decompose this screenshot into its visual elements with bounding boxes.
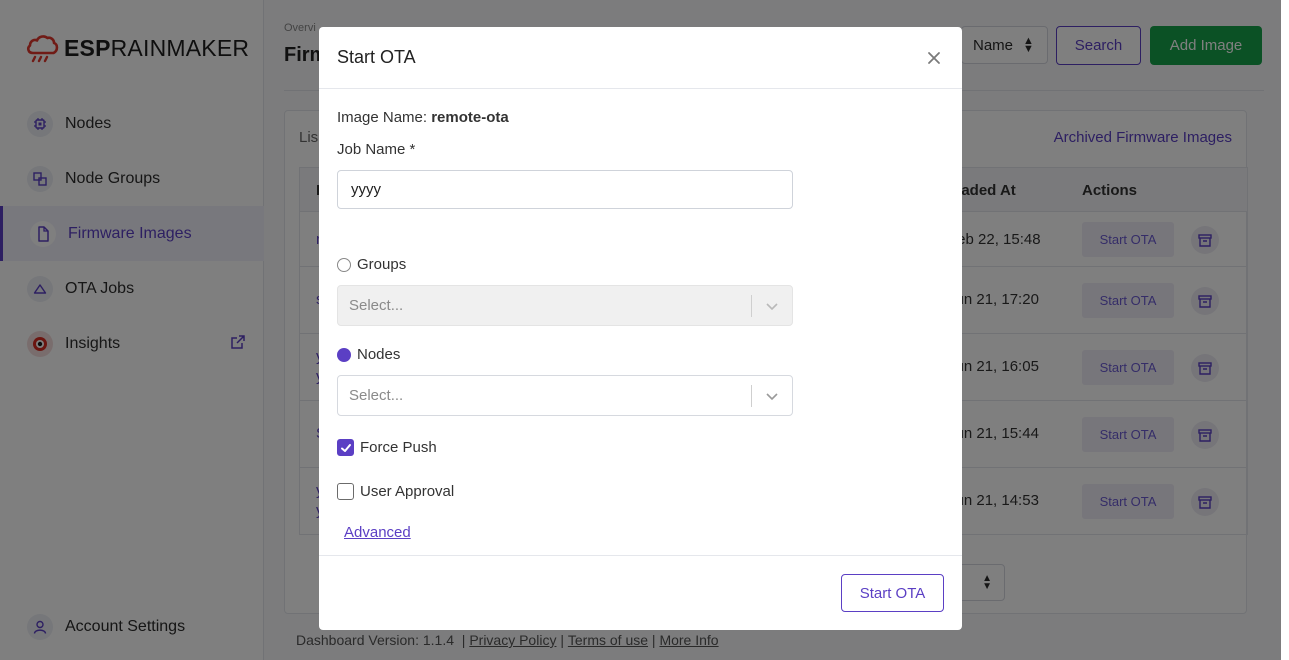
image-name-row: Image Name: remote-ota [337, 109, 509, 126]
select-separator [751, 385, 752, 407]
nodes-radio-option[interactable]: Nodes [337, 346, 400, 363]
force-push-label: Force Push [360, 439, 437, 456]
force-push-option[interactable]: Force Push [337, 439, 437, 456]
start-ota-modal: Start OTA Image Name: remote-ota Job Nam… [319, 27, 962, 630]
nodes-radio-label: Nodes [357, 346, 401, 363]
advanced-link[interactable]: Advanced [344, 524, 411, 541]
select-separator [751, 295, 752, 317]
modal-header: Start OTA [319, 27, 962, 89]
groups-select: Select... [337, 285, 793, 326]
chevron-down-icon[interactable] [765, 389, 779, 403]
start-ota-submit-button[interactable]: Start OTA [841, 574, 944, 612]
job-name-label: Job Name * [337, 141, 416, 158]
modal-title: Start OTA [337, 47, 416, 67]
user-approval-checkbox[interactable] [337, 483, 354, 500]
close-icon[interactable] [923, 47, 945, 69]
modal-footer: Start OTA [319, 555, 962, 630]
image-name-label: Image Name: [337, 109, 428, 126]
user-approval-label: User Approval [360, 483, 455, 500]
page-edge [1281, 0, 1289, 660]
nodes-radio[interactable] [337, 347, 351, 362]
checkmark-icon [340, 443, 351, 452]
image-name-value: remote-ota [431, 109, 509, 126]
force-push-checkbox[interactable] [337, 439, 354, 456]
chevron-down-icon [766, 303, 778, 311]
groups-radio[interactable] [337, 257, 351, 272]
nodes-select-placeholder: Select... [349, 387, 404, 404]
groups-select-placeholder: Select... [349, 297, 404, 314]
groups-radio-option[interactable]: Groups [337, 256, 406, 273]
groups-radio-label: Groups [357, 256, 407, 273]
user-approval-option[interactable]: User Approval [337, 483, 454, 500]
job-name-value: yyyy [351, 181, 381, 198]
job-name-input[interactable]: yyyy [337, 170, 793, 209]
nodes-select[interactable]: Select... [337, 375, 793, 416]
modal-body: Image Name: remote-ota Job Name * yyyy G… [319, 89, 962, 555]
